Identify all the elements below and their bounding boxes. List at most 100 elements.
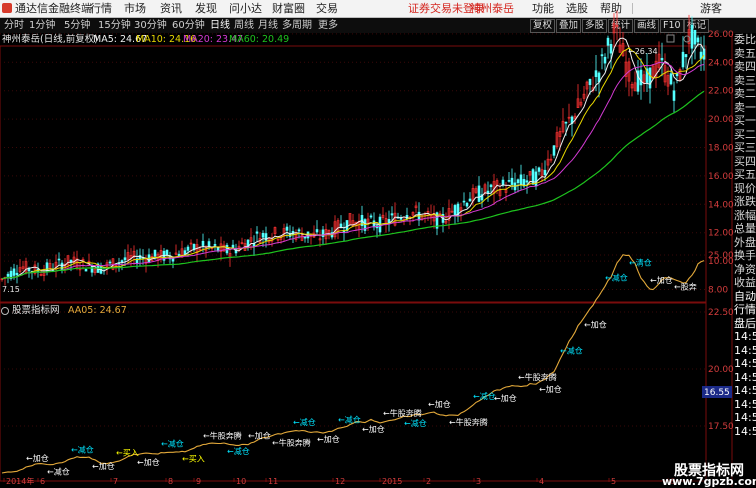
high-price-label: ←26.34 bbox=[628, 47, 658, 56]
signal-label: ←加仓 bbox=[317, 434, 340, 444]
indicator-tick-label: 25.00 bbox=[708, 251, 734, 261]
quote-panel-field: 自动 bbox=[734, 289, 756, 303]
indicator-title: 股票指标网 bbox=[12, 305, 60, 316]
price-tick-label: 24.00 bbox=[708, 58, 734, 68]
quote-panel-field: 涨幅 bbox=[734, 208, 756, 222]
candle-body bbox=[84, 269, 88, 272]
x-axis-label: 3 bbox=[476, 477, 481, 486]
signal-label: ←加仓 bbox=[26, 453, 49, 463]
candle-body bbox=[672, 90, 676, 101]
candle-body bbox=[669, 73, 673, 85]
candle-body bbox=[684, 54, 688, 58]
candle-body bbox=[486, 190, 490, 194]
candle-body bbox=[153, 249, 157, 257]
quote-panel-field: 14:5 bbox=[734, 397, 756, 411]
signal-label: ←减仓 bbox=[161, 439, 184, 449]
candle-body bbox=[702, 48, 706, 60]
quote-panel-field: 14:5 bbox=[734, 370, 756, 384]
x-axis-label: 2014年 bbox=[6, 476, 34, 486]
candle-body bbox=[390, 213, 394, 216]
candle-body bbox=[690, 24, 694, 49]
candle-body bbox=[60, 262, 64, 271]
price-tick-label: 18.00 bbox=[708, 144, 734, 154]
candle-body bbox=[345, 220, 349, 232]
candle-body bbox=[261, 232, 265, 238]
candle-body bbox=[543, 169, 547, 176]
quote-panel-field: 行情 bbox=[734, 303, 756, 316]
signal-label: ←减仓 bbox=[404, 418, 427, 428]
signal-label: ←加仓 bbox=[362, 424, 385, 434]
candle-body bbox=[201, 240, 205, 246]
candle-body bbox=[213, 244, 217, 246]
signal-label: ←牛股奔腾 bbox=[272, 438, 311, 448]
price-tick-label: 22.00 bbox=[708, 87, 734, 97]
x-axis-label: 12 bbox=[335, 477, 345, 486]
quote-panel-field: 卖三 bbox=[734, 73, 756, 87]
aa05-line bbox=[1, 254, 705, 474]
candle-body bbox=[45, 262, 49, 272]
signal-label: ←减仓 bbox=[71, 445, 94, 455]
candle-body bbox=[90, 266, 94, 273]
quote-panel-field: 收益 bbox=[734, 276, 756, 289]
quote-panel-field: 买五 bbox=[734, 168, 756, 181]
quote-panel-field: 外盘 bbox=[734, 235, 756, 249]
candle-body bbox=[552, 145, 556, 156]
candle-body bbox=[6, 273, 10, 277]
signal-label: ←牛股奔腾 bbox=[203, 431, 242, 441]
candle-body bbox=[681, 51, 685, 68]
signal-label: ←加仓 bbox=[539, 384, 562, 394]
quote-panel-field: 净资 bbox=[734, 262, 756, 276]
quote-panel-field: 买一 bbox=[734, 114, 756, 127]
candle-body bbox=[507, 180, 511, 182]
signal-label: ←减仓 bbox=[227, 446, 250, 456]
quote-panel-field: 14:5 bbox=[734, 330, 756, 343]
candle-body bbox=[594, 70, 598, 77]
candle-body bbox=[123, 257, 127, 261]
signal-label: ←清仓 bbox=[629, 257, 652, 267]
candle-body bbox=[603, 56, 607, 64]
candle-body bbox=[468, 198, 472, 202]
x-axis-label: 2015 bbox=[382, 477, 402, 486]
quote-panel-field: 卖四 bbox=[734, 60, 756, 73]
indicator-settings-icon bbox=[1, 307, 9, 315]
quote-panel-field: 14:5 bbox=[734, 411, 756, 424]
signal-label: ←买入 bbox=[116, 449, 139, 458]
candle-body bbox=[477, 185, 481, 202]
quote-panel-field: 卖二 bbox=[734, 87, 756, 100]
price-tick-label: 16.00 bbox=[708, 172, 734, 182]
quote-panel-field: 14:5 bbox=[734, 343, 756, 357]
candle-body bbox=[465, 202, 469, 207]
candle-body bbox=[285, 226, 289, 231]
pane-expand-icon bbox=[666, 34, 675, 43]
quote-panel-field: 14:5 bbox=[734, 424, 756, 438]
indicator-tick-label: 22.50 bbox=[708, 308, 734, 318]
candle-body bbox=[564, 121, 568, 124]
candle-body bbox=[537, 167, 541, 172]
signal-label: ←牛股奔腾 bbox=[518, 372, 557, 382]
x-axis-label: 6 bbox=[40, 477, 45, 486]
quote-panel-field: 现价 bbox=[734, 181, 756, 195]
kline-chart[interactable]: 26.00 24.00 22.00 20.00 18.00 16.00 14.00 12.00… bbox=[0, 0, 756, 487]
candle-body bbox=[606, 37, 610, 46]
signal-label: ←加仓 bbox=[494, 393, 517, 403]
candle-body bbox=[516, 179, 520, 184]
candle-body bbox=[108, 261, 112, 264]
candle-body bbox=[696, 37, 700, 43]
quote-panel-field: 盘后 bbox=[734, 316, 756, 330]
candle-body bbox=[165, 249, 169, 255]
signal-label: ←减仓 bbox=[605, 272, 628, 282]
quote-panel-field: 委比 bbox=[734, 33, 756, 46]
candle-body bbox=[519, 174, 523, 185]
quote-panel-field: 买二 bbox=[734, 127, 756, 141]
quote-panel-field: 涨跌 bbox=[734, 195, 756, 208]
candle-body bbox=[225, 244, 229, 254]
candles-group bbox=[0, 10, 706, 286]
candle-body bbox=[120, 260, 124, 263]
signal-label: ←减仓 bbox=[293, 417, 316, 427]
candle-body bbox=[453, 205, 457, 216]
candle-body bbox=[297, 229, 301, 232]
x-axis-label: 5 bbox=[611, 477, 616, 486]
signal-label: ←股奔 bbox=[674, 281, 697, 291]
candle-body bbox=[57, 258, 61, 261]
price-tick-label: 14.00 bbox=[708, 200, 734, 210]
